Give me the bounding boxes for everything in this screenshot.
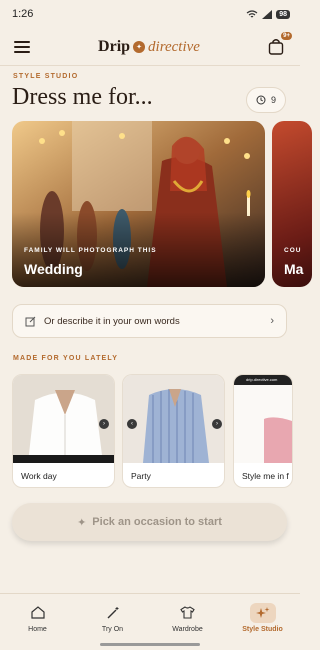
- shopping-bag-icon: [268, 39, 284, 55]
- look-label: Work day: [21, 471, 57, 481]
- cta-label: Pick an occasion to start: [92, 516, 222, 528]
- home-icon: [30, 606, 45, 619]
- edit-icon: [25, 316, 36, 326]
- sparkle-icon: [255, 606, 269, 618]
- home-indicator: [100, 643, 200, 646]
- white-blouse-image: [13, 375, 114, 463]
- made-for-you-heading: MADE FOR YOU LATELY: [13, 355, 119, 362]
- clock-icon: [256, 95, 266, 105]
- tab-label: Home: [28, 625, 47, 633]
- app-header: Drip ✦ directive 9+: [0, 30, 300, 64]
- pink-top-image: [234, 375, 292, 463]
- brand-mark-icon: ✦: [133, 41, 146, 53]
- status-bar: 1:26 98: [0, 0, 300, 28]
- brand-logo: Drip ✦ directive: [98, 38, 200, 56]
- brand-name-secondary: directive: [148, 38, 200, 55]
- header-divider: [0, 65, 300, 66]
- tab-home[interactable]: Home: [0, 594, 75, 641]
- carousel-prev-icon[interactable]: ‹: [127, 419, 137, 429]
- shirt-icon: [180, 606, 195, 619]
- occasion-subtitle: FAMILY WILL PHOTOGRAPH THIS: [24, 247, 157, 254]
- tab-style-studio[interactable]: Style Studio: [225, 594, 300, 641]
- look-label: Party: [131, 471, 151, 481]
- look-card-work-day[interactable]: › Work day: [12, 374, 115, 488]
- occasion-card-next[interactable]: COU Ma: [272, 121, 312, 287]
- describe-label: Or describe it in your own words: [44, 315, 180, 327]
- signal-icon: [262, 9, 273, 19]
- tab-wardrobe[interactable]: Wardrobe: [150, 594, 225, 641]
- chevron-right-icon: ›: [270, 315, 274, 327]
- shopping-bag-button[interactable]: 9+: [268, 32, 292, 56]
- history-button[interactable]: 9: [246, 87, 286, 113]
- occasion-card-wedding[interactable]: FAMILY WILL PHOTOGRAPH THIS Wedding: [12, 121, 265, 287]
- page-title: Dress me for...: [12, 84, 153, 110]
- pick-occasion-button[interactable]: ✦ Pick an occasion to start: [12, 503, 287, 541]
- battery-indicator: 98: [276, 9, 290, 19]
- occasion-title: Wedding: [24, 261, 83, 277]
- cart-count-badge: 9+: [281, 32, 292, 40]
- tab-label: Style Studio: [242, 625, 283, 633]
- carousel-next-icon[interactable]: ›: [212, 419, 222, 429]
- wifi-icon: [246, 9, 258, 17]
- status-time: 1:26: [12, 8, 34, 20]
- magic-wand-icon: [107, 607, 118, 619]
- section-eyebrow: STYLE STUDIO: [13, 73, 79, 80]
- occasion-title: Ma: [284, 261, 304, 277]
- status-icons: 98: [246, 9, 290, 19]
- brand-name-primary: Drip: [98, 38, 131, 55]
- tab-label: Try On: [101, 625, 124, 633]
- describe-occasion-button[interactable]: Or describe it in your own words ›: [12, 304, 287, 338]
- tab-label: Wardrobe: [172, 625, 203, 633]
- look-card-party[interactable]: ‹ › Party: [122, 374, 225, 488]
- carousel-next-icon[interactable]: ›: [99, 419, 109, 429]
- menu-icon[interactable]: [14, 41, 30, 53]
- look-url: drip.directive.com: [246, 377, 278, 382]
- look-label: Style me in f: [242, 471, 289, 481]
- striped-dress-image: [123, 375, 224, 463]
- sparkle-icon: ✦: [77, 516, 87, 529]
- occasion-subtitle: COU: [284, 247, 302, 254]
- bottom-tab-bar: Home Try On Wardrobe Style Studio: [0, 593, 300, 641]
- tab-try-on[interactable]: Try On: [75, 594, 150, 641]
- history-count: 9: [270, 95, 276, 105]
- look-card-style-me[interactable]: drip.directive.com Style me in f: [233, 374, 293, 488]
